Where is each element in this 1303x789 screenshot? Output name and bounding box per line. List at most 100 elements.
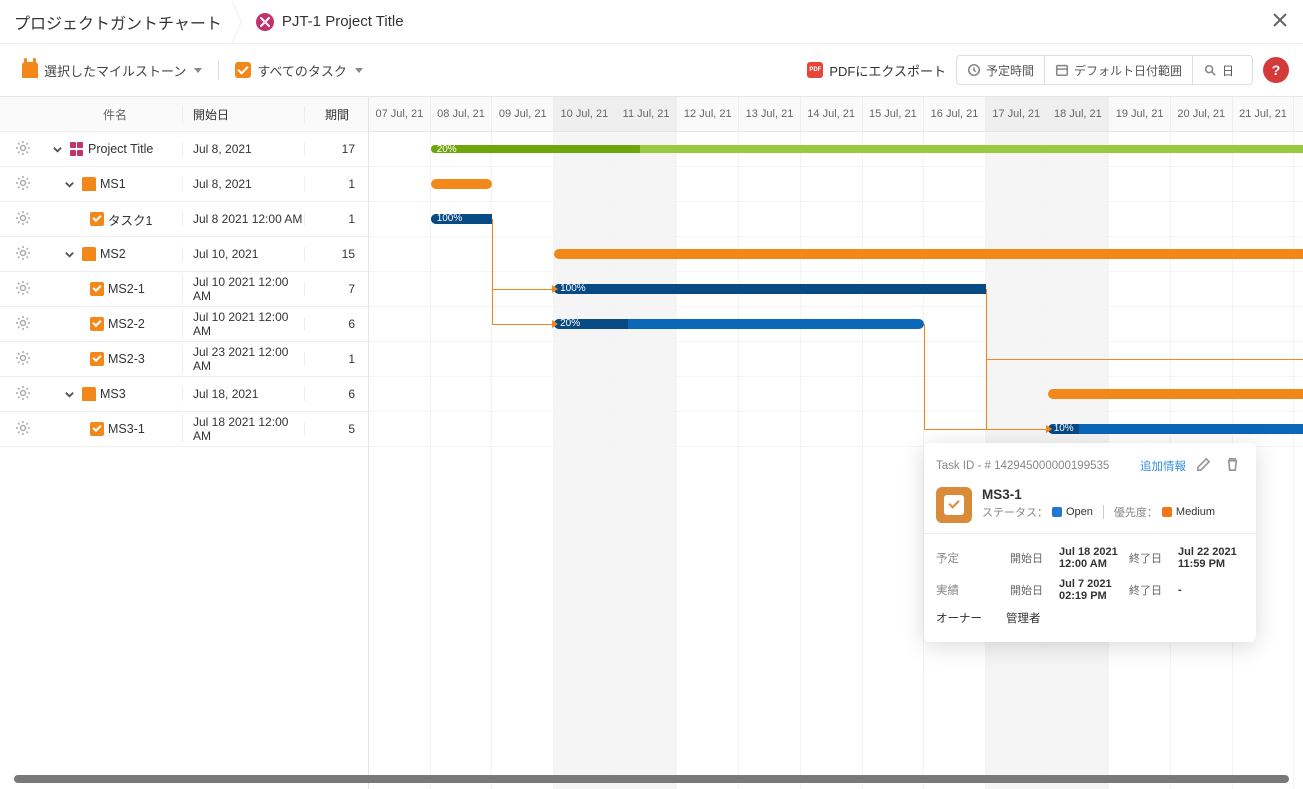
gantt-bar[interactable]: 100% [431, 214, 493, 224]
expand-toggle[interactable] [60, 179, 78, 190]
expand-toggle[interactable] [60, 249, 78, 260]
zoom-icon [1203, 63, 1217, 77]
gear-icon[interactable] [15, 175, 31, 194]
table-row[interactable]: MS3 Jul 18, 2021 6 [0, 377, 368, 412]
gantt-bar[interactable]: 20% [554, 319, 924, 329]
row-name: MS2-3 [108, 352, 145, 366]
close-button[interactable] [1271, 11, 1289, 32]
row-duration: 7 [304, 282, 369, 296]
task-filter[interactable]: すべてのタスク [227, 57, 371, 84]
breadcrumb-separator [232, 0, 242, 44]
table-row[interactable]: MS2-3 Jul 23 2021 12:00 AM 1 [0, 342, 368, 377]
clock-icon [967, 63, 981, 77]
gear-icon[interactable] [15, 140, 31, 159]
separator [218, 60, 219, 80]
table-row[interactable]: MS1 Jul 8, 2021 1 [0, 167, 368, 202]
gantt-bar[interactable]: 20% [431, 145, 1303, 153]
tooltip-actual-row: 実績 開始日 Jul 7 2021 02:19 PM 終了日 - [936, 574, 1244, 606]
header: プロジェクトガントチャート PJT-1 Project Title [0, 0, 1303, 44]
expand-toggle[interactable] [60, 389, 78, 400]
breadcrumb-root[interactable]: プロジェクトガントチャート [14, 10, 240, 34]
date-header-cell: 07 Jul, 21 [369, 97, 431, 131]
row-start-date: Jul 8 2021 12:00 AM [182, 212, 304, 226]
date-range-toggle[interactable]: デフォルト日付範囲 [1044, 56, 1192, 84]
row-start-date: Jul 18 2021 12:00 AM [182, 415, 304, 443]
export-pdf-button[interactable]: PDF PDFにエクスポート [807, 61, 946, 80]
row-start-date: Jul 10 2021 12:00 AM [182, 275, 304, 303]
date-header-cell: 08 Jul, 21 [431, 97, 493, 131]
tooltip-delete-button[interactable] [1221, 453, 1244, 479]
tooltip-planned-row: 予定 開始日 Jul 18 2021 12:00 AM 終了日 Jul 22 2… [936, 542, 1244, 574]
row-start-date: Jul 10, 2021 [182, 247, 304, 261]
expand-toggle[interactable] [48, 144, 66, 155]
table-row[interactable]: Project Title Jul 8, 2021 17 [0, 132, 368, 167]
left-pane: 件名 開始日 期間 Project Title Jul 8, 2021 17 M… [0, 97, 369, 789]
view-options: 予定時間 デフォルト日付範囲 日 [956, 55, 1253, 85]
export-label: PDFにエクスポート [829, 61, 946, 80]
gear-icon[interactable] [15, 350, 31, 369]
gantt-bar[interactable] [1048, 389, 1303, 399]
row-duration: 1 [304, 177, 369, 191]
tooltip-edit-button[interactable] [1192, 453, 1215, 479]
priority-dot-icon [1162, 507, 1172, 517]
date-header-cell: 15 Jul, 21 [863, 97, 925, 131]
gear-icon[interactable] [15, 420, 31, 439]
date-header-cell: 12 Jul, 21 [677, 97, 739, 131]
breadcrumb-project[interactable]: PJT-1 Project Title [256, 13, 404, 31]
row-duration: 15 [304, 247, 369, 261]
milestone-filter[interactable]: 選択したマイルストーン [14, 57, 210, 84]
gantt-bar[interactable]: 100% [554, 284, 986, 294]
table-row[interactable]: MS2 Jul 10, 2021 15 [0, 237, 368, 272]
tooltip-title: MS3-1 [982, 487, 1215, 502]
horizontal-scrollbar[interactable] [14, 775, 1289, 783]
calendar-icon [1055, 63, 1069, 77]
date-header-cell: 14 Jul, 21 [801, 97, 863, 131]
help-button[interactable]: ? [1263, 57, 1289, 83]
date-header-cell: 16 Jul, 21 [924, 97, 986, 131]
column-header-row: 件名 開始日 期間 [0, 97, 368, 132]
progress-label: 20% [560, 318, 580, 329]
date-header-cell: 20 Jul, 21 [1171, 97, 1233, 131]
gantt-bar[interactable]: 10% [1048, 424, 1303, 434]
date-header-cell: 13 Jul, 21 [739, 97, 801, 131]
status-dot-icon [1052, 507, 1062, 517]
date-header-cell: 19 Jul, 21 [1109, 97, 1171, 131]
tooltip-task-icon [936, 487, 972, 523]
chevron-down-icon [355, 68, 363, 73]
planned-time-label: 予定時間 [986, 62, 1034, 79]
project-icon [256, 13, 274, 31]
zoom-select[interactable]: 日 [1192, 56, 1252, 84]
gear-icon[interactable] [15, 280, 31, 299]
gear-icon[interactable] [15, 210, 31, 229]
gantt-bar[interactable] [431, 179, 493, 189]
date-header-cell: 18 Jul, 21 [1048, 97, 1110, 131]
tooltip-more-link[interactable]: 追加情報 [1140, 458, 1186, 474]
table-row[interactable]: MS2-2 Jul 10 2021 12:00 AM 6 [0, 307, 368, 342]
table-row[interactable]: タスク1 Jul 8 2021 12:00 AM 1 [0, 202, 368, 237]
milestone-filter-label: 選択したマイルストーン [44, 61, 186, 80]
row-name: タスク1 [108, 210, 152, 229]
progress-label: 100% [437, 213, 463, 224]
gantt-row [369, 167, 1303, 202]
task-filter-label: すべてのタスク [257, 61, 347, 80]
row-duration: 1 [304, 352, 369, 366]
gear-icon[interactable] [15, 385, 31, 404]
col-header-name: 件名 [46, 106, 182, 123]
progress-label: 100% [560, 283, 586, 294]
gantt-bar[interactable] [554, 249, 1303, 259]
gear-icon[interactable] [15, 245, 31, 264]
date-range-label: デフォルト日付範囲 [1074, 62, 1182, 79]
tooltip-owner-row: オーナー 管理者 [936, 606, 1244, 630]
gear-icon[interactable] [15, 315, 31, 334]
table-row[interactable]: MS2-1 Jul 10 2021 12:00 AM 7 [0, 272, 368, 307]
table-row[interactable]: MS3-1 Jul 18 2021 12:00 AM 5 [0, 412, 368, 447]
timeline-header: 07 Jul, 2108 Jul, 2109 Jul, 2110 Jul, 21… [369, 97, 1303, 132]
row-name: MS3-1 [108, 422, 145, 436]
row-duration: 17 [304, 142, 369, 156]
row-duration: 6 [304, 317, 369, 331]
date-header-cell: 17 Jul, 21 [986, 97, 1048, 131]
tooltip-task-id: Task ID - # 142945000000199535 [936, 460, 1109, 472]
row-start-date: Jul 18, 2021 [182, 387, 304, 401]
planned-time-toggle[interactable]: 予定時間 [957, 56, 1044, 84]
pdf-icon: PDF [807, 62, 823, 78]
